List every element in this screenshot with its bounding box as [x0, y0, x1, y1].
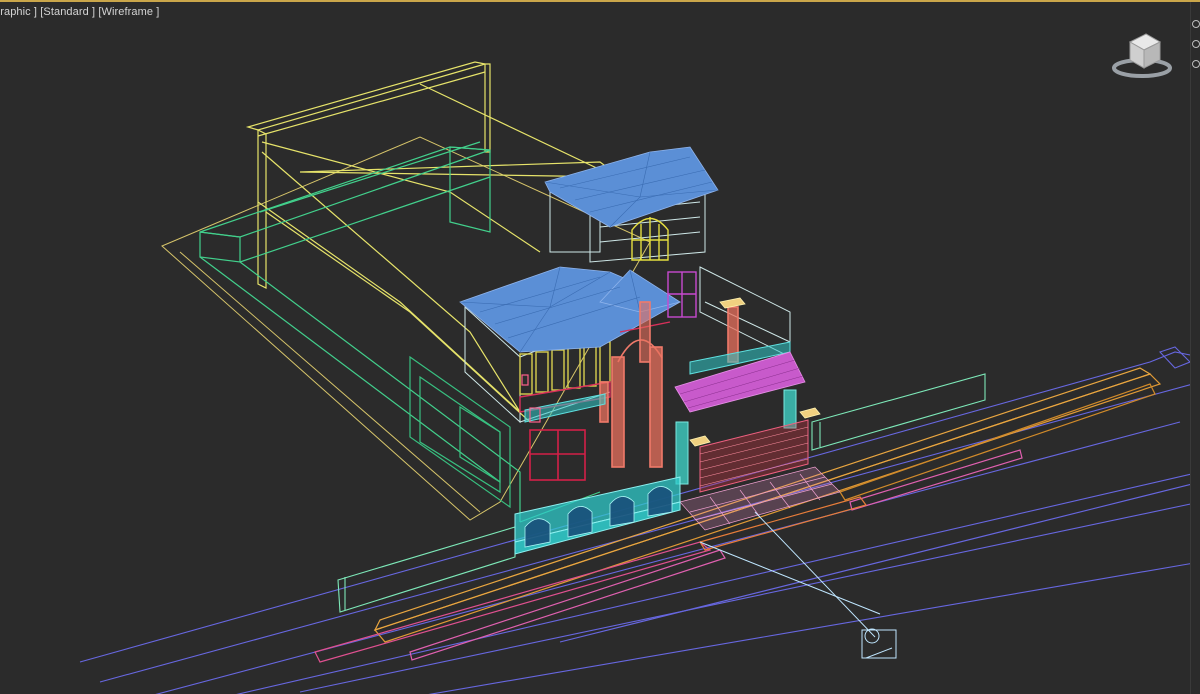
- viewport-shading-label[interactable]: [Wireframe ]: [98, 6, 159, 18]
- toolbar-glyph-icon[interactable]: [1192, 60, 1200, 68]
- viewcube-icon[interactable]: [1110, 28, 1174, 82]
- right-toolbar-strip: [1190, 2, 1200, 694]
- scene-wireframe[interactable]: [0, 2, 1200, 694]
- front-arch-fence: [514, 476, 681, 555]
- viewport-mode-label[interactable]: graphic ]: [0, 6, 37, 18]
- viewport-preset-label[interactable]: [Standard ]: [40, 6, 95, 18]
- viewport-perspective[interactable]: graphic ] [Standard ] [Wireframe ]: [0, 0, 1200, 694]
- window-magenta-upper: [667, 271, 697, 318]
- roof-upper: [544, 146, 719, 228]
- toolbar-glyph-icon[interactable]: [1192, 20, 1200, 28]
- toolbar-glyph-icon[interactable]: [1192, 40, 1200, 48]
- window-red-lower: [529, 429, 586, 481]
- viewport-label[interactable]: graphic ] [Standard ] [Wireframe ]: [0, 6, 159, 18]
